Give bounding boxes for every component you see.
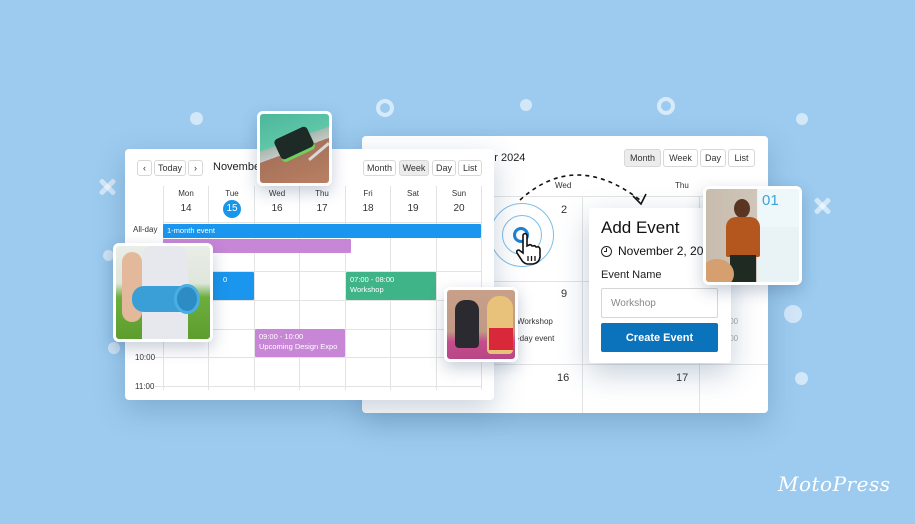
- grid-line: [163, 222, 481, 223]
- next-button[interactable]: ›: [188, 160, 203, 176]
- decor-cross: [813, 197, 831, 215]
- prev-button[interactable]: ‹: [137, 160, 152, 176]
- view-list-button[interactable]: List: [728, 149, 755, 167]
- decor-dot: [796, 113, 808, 125]
- event-1-month[interactable]: 1-month event: [163, 224, 481, 238]
- person-body: [726, 217, 760, 257]
- day-header: Sun: [451, 189, 467, 198]
- create-event-button[interactable]: Create Event: [601, 323, 718, 352]
- decor-dot: [190, 112, 203, 125]
- clock-icon: [601, 245, 612, 257]
- event-title: 1-month event: [167, 226, 215, 235]
- today-badge: 15: [223, 200, 241, 218]
- slide-number: 01: [762, 192, 779, 209]
- person-shape: [489, 328, 513, 350]
- event-name-input[interactable]: Workshop: [601, 288, 718, 318]
- photo-fitness-class: [444, 287, 518, 362]
- popup-date: November 2, 20: [601, 244, 703, 258]
- event-workshop[interactable]: 07:00 - 08:00 Workshop: [346, 272, 436, 300]
- day-date[interactable]: 20: [436, 203, 482, 214]
- decor-dot: [108, 342, 120, 354]
- day-header: Sat: [406, 189, 419, 198]
- decor-dot: [795, 372, 808, 385]
- day-header: Fri: [363, 189, 373, 198]
- popup-title: Add Event: [601, 218, 680, 237]
- decor-dot: [520, 99, 532, 111]
- day-date[interactable]: 19: [390, 203, 436, 214]
- photo-phone-on-desk: [257, 111, 332, 186]
- month-event-day-event[interactable]: -day event: [517, 334, 554, 343]
- date-cell-9[interactable]: 9: [561, 288, 567, 300]
- decor-dot: [784, 305, 802, 323]
- grid-line: [436, 186, 437, 390]
- day-date[interactable]: 17: [299, 203, 345, 214]
- motopress-logo: MotoPress: [778, 472, 891, 496]
- date-cell-17[interactable]: 17: [676, 372, 688, 384]
- time-label-11: 11:00: [135, 382, 155, 391]
- event-name-label: Event Name: [601, 269, 662, 281]
- grid-line: [155, 386, 481, 387]
- view-week-button[interactable]: Week: [663, 149, 698, 167]
- photo-speaker-presentation: 01: [703, 186, 802, 285]
- event-title: Upcoming Design Expo: [259, 342, 338, 351]
- grid-line: [254, 186, 255, 390]
- today-button[interactable]: Today: [154, 160, 186, 176]
- view-week-button[interactable]: Week: [399, 160, 429, 176]
- day-header: Thu: [315, 189, 329, 198]
- audience-shape: [706, 259, 734, 282]
- grid-line: [299, 186, 300, 390]
- view-list-button[interactable]: List: [458, 160, 482, 176]
- grid-line: [155, 357, 481, 358]
- view-month-button[interactable]: Month: [363, 160, 396, 176]
- event-time: 09:00 - 10:00: [259, 332, 304, 341]
- day-date[interactable]: 18: [345, 203, 391, 214]
- decor-ring: [376, 99, 394, 117]
- all-day-label: All-day: [133, 225, 158, 234]
- event-title: Workshop: [350, 285, 384, 294]
- day-date-today[interactable]: 15: [209, 200, 255, 218]
- person-shape: [455, 300, 479, 348]
- day-header: Tue: [225, 189, 239, 198]
- event-time: 07:00 - 08:00: [350, 275, 395, 284]
- hand-cursor-icon: [515, 232, 541, 265]
- photo-yoga-mat: [113, 243, 213, 342]
- day-date[interactable]: 14: [163, 203, 209, 214]
- event-time: 0: [223, 275, 228, 284]
- month-event-workshop[interactable]: Workshop: [517, 317, 553, 326]
- date-cell-16[interactable]: 16: [557, 372, 569, 384]
- event-design-expo[interactable]: 09:00 - 10:00 Upcoming Design Expo: [255, 329, 345, 357]
- phone-shape: [273, 125, 315, 161]
- person-head: [734, 199, 750, 218]
- mat-end-shape: [174, 284, 200, 314]
- person-legs: [730, 255, 756, 282]
- day-header: Wed: [268, 189, 286, 198]
- grid-line: [582, 196, 583, 413]
- decor-cross: [98, 178, 116, 196]
- time-label-10: 10:00: [135, 353, 156, 362]
- grid-line: [492, 364, 768, 365]
- day-header-thu: Thu: [675, 181, 689, 190]
- decor-ring: [657, 97, 675, 115]
- dashed-arrow-icon: [519, 174, 647, 206]
- view-day-button[interactable]: Day: [432, 160, 456, 176]
- day-header: Mon: [178, 189, 194, 198]
- view-day-button[interactable]: Day: [700, 149, 726, 167]
- popup-date-text: November 2, 20: [618, 244, 704, 258]
- day-date[interactable]: 16: [254, 203, 300, 214]
